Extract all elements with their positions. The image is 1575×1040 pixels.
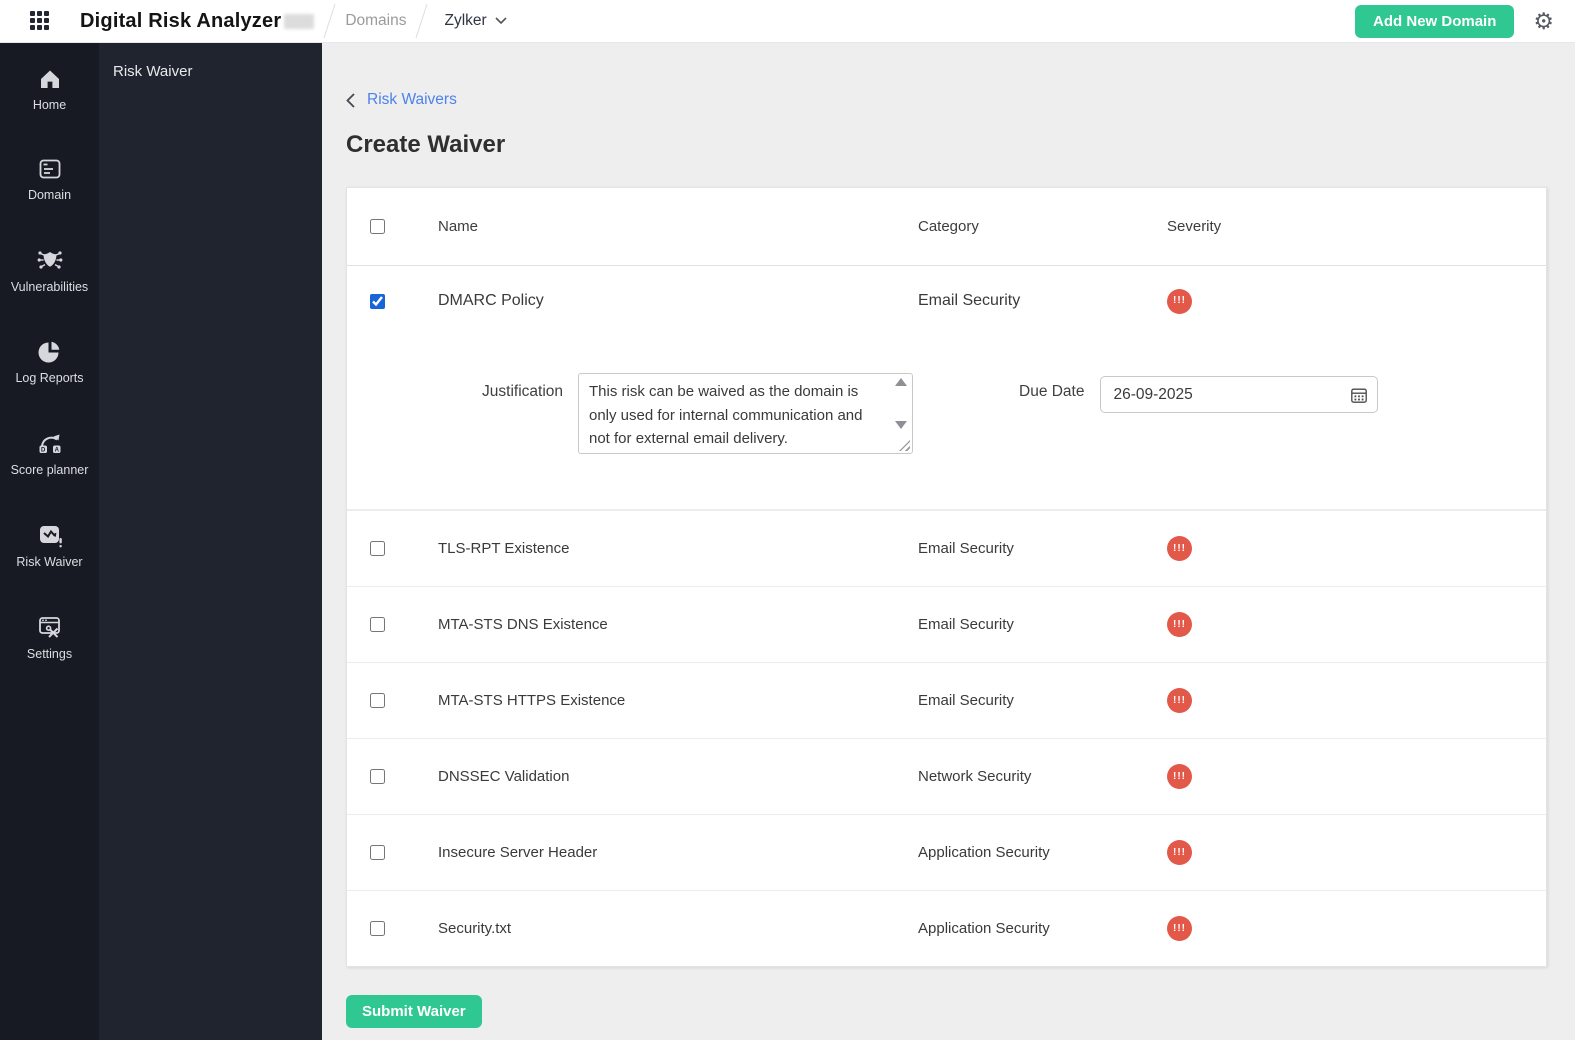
justification-textarea[interactable]: This risk can be waived as the domain is… bbox=[579, 374, 912, 453]
calendar-icon[interactable] bbox=[1350, 386, 1368, 404]
back-link-label[interactable]: Risk Waivers bbox=[367, 91, 457, 109]
row-checkbox[interactable] bbox=[370, 617, 385, 632]
vulnerabilities-icon bbox=[37, 251, 62, 269]
risk-name: DMARC Policy bbox=[438, 292, 544, 309]
sidebar-item-label: Score planner bbox=[10, 463, 89, 477]
back-to-risk-waivers[interactable]: Risk Waivers bbox=[346, 89, 1575, 111]
table-row: TLS-RPT Existence Email Security !!! bbox=[347, 510, 1546, 586]
top-bar: Digital Risk Analyzer Domains Zylker Add… bbox=[0, 0, 1575, 43]
table-header-row: Name Category Severity bbox=[347, 188, 1546, 266]
risk-name: Insecure Server Header bbox=[438, 844, 598, 861]
svg-text:A: A bbox=[54, 448, 59, 454]
table-row: DNSSEC Validation Network Security !!! bbox=[347, 738, 1546, 814]
redacted-badge bbox=[284, 13, 315, 29]
row-checkbox[interactable] bbox=[370, 769, 385, 784]
sidebar-item-label: Risk Waiver bbox=[16, 555, 83, 569]
row-checkbox[interactable] bbox=[370, 541, 385, 556]
breadcrumb-separator bbox=[323, 4, 336, 38]
risk-name: MTA-STS HTTPS Existence bbox=[438, 692, 626, 709]
risk-name: MTA-STS DNS Existence bbox=[438, 616, 608, 633]
severity-critical-icon: !!! bbox=[1167, 288, 1192, 314]
severity-critical-icon: !!! bbox=[1167, 916, 1192, 941]
due-date-field-wrapper bbox=[1100, 376, 1379, 413]
severity-critical-icon: !!! bbox=[1167, 688, 1192, 713]
svg-text:D: D bbox=[41, 448, 46, 454]
severity-critical-icon: !!! bbox=[1167, 764, 1192, 789]
due-date-input[interactable] bbox=[1100, 376, 1379, 413]
domain-icon bbox=[39, 159, 60, 179]
table-row: MTA-STS DNS Existence Email Security !!! bbox=[347, 586, 1546, 662]
table-row: Insecure Server Header Application Secur… bbox=[347, 814, 1546, 890]
gear-icon[interactable]: ⚙ bbox=[1533, 9, 1554, 33]
log-reports-icon bbox=[38, 341, 60, 363]
textarea-scrollbar[interactable] bbox=[894, 378, 908, 429]
risk-table: Name Category Severity DMARC Policy Emai… bbox=[346, 187, 1547, 967]
submit-waiver-button[interactable]: Submit Waiver bbox=[346, 995, 482, 1028]
score-planner-icon: D A bbox=[39, 434, 60, 454]
table-row: Security.txt Application Security !!! bbox=[347, 890, 1546, 966]
domain-selector[interactable]: Zylker bbox=[444, 12, 507, 30]
app-launcher-icon[interactable] bbox=[30, 10, 51, 32]
settings-icon bbox=[38, 617, 60, 638]
risk-name: TLS-RPT Existence bbox=[438, 540, 570, 557]
panel-title: Risk Waiver bbox=[113, 63, 193, 80]
justification-label: Justification bbox=[482, 383, 563, 400]
risk-waiver-panel: Risk Waiver bbox=[99, 43, 322, 1040]
row-checkbox[interactable] bbox=[370, 845, 385, 860]
risk-name: Security.txt bbox=[438, 920, 512, 937]
column-header-severity: Severity bbox=[1167, 218, 1222, 235]
sidebar-item-label: Settings bbox=[26, 647, 73, 661]
risk-category: Network Security bbox=[918, 768, 1032, 785]
sidebar-item-label: Home bbox=[32, 98, 67, 112]
table-row-line: DMARC Policy Email Security !!! bbox=[347, 266, 1546, 336]
sidebar-item-settings[interactable]: Settings bbox=[0, 613, 99, 661]
chevron-left-icon bbox=[346, 92, 355, 108]
risk-waiver-icon bbox=[39, 526, 62, 548]
breadcrumb-separator bbox=[415, 4, 429, 38]
scroll-up-arrow-icon[interactable] bbox=[895, 378, 907, 386]
sidebar-item-score-planner[interactable]: D A Score planner bbox=[0, 429, 99, 477]
sidebar-item-label: Vulnerabilities bbox=[10, 280, 89, 294]
sidebar-item-log-reports[interactable]: Log Reports bbox=[0, 338, 99, 385]
waiver-form: Justification This risk can be waived as… bbox=[347, 373, 1546, 510]
row-checkbox[interactable] bbox=[370, 293, 385, 309]
main-content: Risk Waivers Create Waiver Name Category… bbox=[322, 43, 1575, 1040]
column-header-name: Name bbox=[438, 218, 479, 235]
app-title: Digital Risk Analyzer bbox=[80, 9, 282, 32]
sidebar-item-risk-waiver[interactable]: Risk Waiver bbox=[0, 521, 99, 569]
column-header-category: Category bbox=[918, 218, 979, 235]
home-icon bbox=[40, 70, 59, 88]
risk-category: Application Security bbox=[918, 920, 1050, 937]
severity-critical-icon: !!! bbox=[1167, 612, 1192, 637]
risk-category: Email Security bbox=[918, 540, 1014, 557]
row-checkbox[interactable] bbox=[370, 693, 385, 708]
chevron-down-icon bbox=[495, 17, 507, 25]
sidebar-item-label: Domain bbox=[27, 188, 72, 202]
severity-critical-icon: !!! bbox=[1167, 840, 1192, 865]
add-new-domain-button[interactable]: Add New Domain bbox=[1355, 4, 1515, 38]
justification-field-wrapper: This risk can be waived as the domain is… bbox=[578, 373, 913, 454]
risk-category: Email Security bbox=[918, 292, 1021, 309]
select-all-checkbox[interactable] bbox=[370, 219, 385, 234]
due-date-label: Due Date bbox=[1019, 383, 1085, 400]
sidebar-item-domain[interactable]: Domain bbox=[0, 156, 99, 202]
row-checkbox[interactable] bbox=[370, 921, 385, 936]
sidebar-item-vulnerabilities[interactable]: Vulnerabilities bbox=[0, 246, 99, 294]
table-row: DMARC Policy Email Security !!! Justific… bbox=[347, 266, 1546, 510]
breadcrumb-domains[interactable]: Domains bbox=[345, 12, 406, 30]
selected-domain-label: Zylker bbox=[444, 12, 487, 29]
left-nav-rail: Home Domain Vulnerabilities Log Reports … bbox=[0, 43, 99, 1040]
risk-category: Application Security bbox=[918, 844, 1050, 861]
risk-category: Email Security bbox=[918, 616, 1014, 633]
risk-category: Email Security bbox=[918, 692, 1014, 709]
sidebar-item-home[interactable]: Home bbox=[0, 66, 99, 112]
table-row: MTA-STS HTTPS Existence Email Security !… bbox=[347, 662, 1546, 738]
risk-name: DNSSEC Validation bbox=[438, 768, 570, 785]
severity-critical-icon: !!! bbox=[1167, 536, 1192, 561]
scroll-down-arrow-icon[interactable] bbox=[895, 421, 907, 429]
sidebar-item-label: Log Reports bbox=[15, 371, 84, 385]
page-title: Create Waiver bbox=[346, 131, 506, 158]
